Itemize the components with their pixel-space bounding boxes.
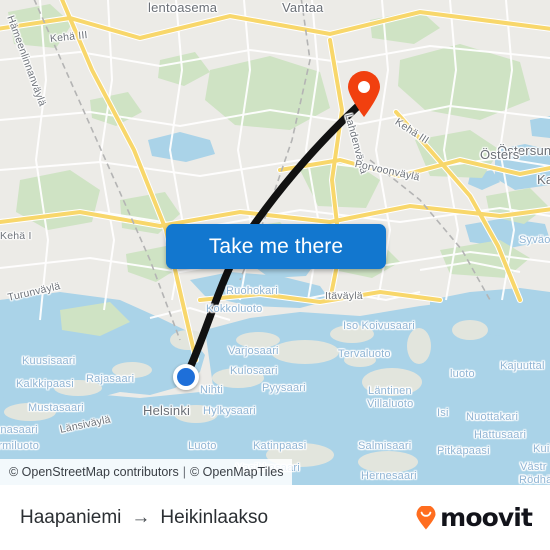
map-canvas[interactable]: lentoasema Vantaa Kehä III Hämeenlinnanväyl… — [0, 0, 550, 485]
route-title: Haapaniemi → Heikinlaakso — [20, 507, 268, 529]
map-pin-icon — [348, 71, 380, 117]
moovit-wordmark: moovit — [440, 503, 533, 532]
moovit-logo[interactable]: moovit — [415, 503, 533, 532]
moovit-trip-map-card: lentoasema Vantaa Kehä III Hämeenlinnanväyl… — [0, 0, 550, 550]
map-attribution: © OpenStreetMap contributors | © OpenMap… — [0, 459, 293, 485]
route-arrow-icon: → — [131, 507, 151, 528]
route-origin: Haapaniemi — [20, 506, 122, 528]
route-destination: Heikinlaakso — [160, 506, 269, 528]
take-me-there-button[interactable]: Take me there — [166, 224, 386, 269]
attribution-openmaptiles[interactable]: © OpenMapTiles — [190, 465, 284, 479]
origin-marker[interactable] — [173, 364, 199, 390]
attribution-osm[interactable]: © OpenStreetMap contributors — [9, 465, 179, 479]
take-me-there-label: Take me there — [208, 234, 344, 258]
trip-footer: Haapaniemi → Heikinlaakso moovit — [0, 485, 550, 550]
destination-marker[interactable] — [346, 70, 382, 118]
attribution-separator: | — [182, 465, 186, 479]
moovit-pin-icon — [416, 505, 436, 529]
